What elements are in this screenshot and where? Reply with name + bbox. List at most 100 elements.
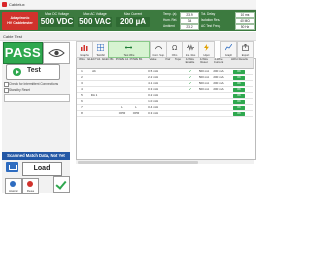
- table-cell: 500 mA: [198, 75, 210, 79]
- column-header[interactable]: Value: [143, 58, 164, 69]
- table-cell: 7: [81, 105, 83, 109]
- column-header[interactable]: POWE B1: [129, 58, 144, 69]
- toolbar-cont-sup[interactable]: Cont. Sup.: [150, 41, 167, 58]
- test-button-label: Test: [27, 67, 41, 74]
- table-cell: L: [121, 105, 123, 109]
- toolbar-export[interactable]: Export: [237, 41, 254, 58]
- toolbar-label: Ins. Res: [185, 53, 196, 57]
- pause-label: Pause: [26, 189, 35, 193]
- toolbar-graph[interactable]: Graph: [220, 41, 237, 58]
- approve-button[interactable]: [53, 176, 70, 193]
- lightning-icon: [203, 44, 209, 51]
- column-header[interactable]: 4-Wire Current: [211, 58, 227, 69]
- table-cell: 6: [81, 99, 83, 103]
- table-cell: 0.3 mΩ: [148, 111, 158, 115]
- hipot-result-badge: OK: [233, 87, 245, 92]
- toolbar-graphs[interactable]: Graphs: [76, 41, 93, 58]
- app-logo-icon: [2, 2, 7, 7]
- toolbar-label: Graphs: [80, 53, 89, 57]
- test-button[interactable]: Test: [6, 64, 60, 80]
- window-title: Cablelux: [9, 2, 25, 7]
- column-header[interactable]: 4-Wire Enable: [183, 58, 198, 69]
- table-cell: L: [135, 105, 137, 109]
- scrollbar-thumb[interactable]: [78, 160, 198, 164]
- toolbar-label: Graph: [224, 53, 233, 57]
- wire-icon: [125, 46, 132, 49]
- hipot-result-badge: OK: [233, 99, 245, 104]
- historic-button[interactable]: Historic: [5, 178, 22, 194]
- play-icon: [13, 68, 21, 76]
- eye-icon: [48, 49, 65, 57]
- column-header[interactable]: POWE A1: [115, 58, 130, 69]
- hipot-result-badge: OK: [233, 75, 245, 80]
- table-cell: DA 1: [90, 93, 98, 97]
- intermittent-checkbox[interactable]: Check for Intermittent Connections: [4, 82, 70, 87]
- table-cell: OPR: [132, 111, 140, 115]
- ohm-icon: Ω: [172, 44, 178, 51]
- brand-line-2: HV Cabletester: [7, 21, 33, 25]
- table-cell: 0.4 mΩ: [148, 105, 158, 109]
- pause-button[interactable]: Pause: [22, 178, 39, 194]
- max-dc-label: Max DC Voltage: [45, 12, 69, 16]
- column-header[interactable]: ELEC B1: [101, 58, 116, 69]
- toolbar-label: Cont. Sup.: [152, 53, 165, 57]
- toolbar-ins-res[interactable]: Ins. Res: [182, 41, 199, 58]
- max-current-label: Max Current: [123, 12, 143, 16]
- hipot-result-badge: OK: [233, 81, 245, 86]
- dc-voltage-value: 500 VDC: [40, 17, 74, 27]
- history-icon: [10, 181, 16, 187]
- table-cell: 5: [81, 93, 83, 97]
- brand-line-1: Adaptronic: [10, 16, 30, 20]
- table-row[interactable]: 8 OPR OPR 0.3 mΩ OK: [77, 111, 253, 117]
- table-cell: ✓: [188, 69, 192, 73]
- view-button[interactable]: [43, 42, 70, 64]
- historic-label: Historic: [9, 189, 18, 193]
- table-cell: 4: [81, 87, 83, 91]
- column-header[interactable]: ELEC? A1: [87, 58, 102, 69]
- table-cell: 500 mA: [198, 81, 210, 85]
- toolbar-test-all[interactable]: Test/All: [92, 41, 109, 58]
- standby-label: Standby Reset: [9, 88, 30, 92]
- continuity-icon: [154, 46, 162, 50]
- table-cell: 2.2 mΩ: [148, 75, 158, 79]
- column-header[interactable]: HiPot Results: [226, 58, 254, 69]
- toolbar-hipot[interactable]: Hipot: [198, 41, 215, 58]
- title-bar: [0, 0, 256, 10]
- standby-checkbox[interactable]: Standby Reset: [4, 88, 70, 93]
- stat-right-value-3: 50 Hz: [235, 24, 255, 30]
- resistor-icon: [186, 44, 194, 51]
- toolbar-test-wire[interactable]: Test Wire: [108, 41, 150, 58]
- table-cell: 500 mA: [198, 69, 210, 73]
- hipot-result-badge: OK: [233, 105, 245, 110]
- table-cell: 200 mA: [213, 75, 224, 79]
- serial-input[interactable]: [4, 94, 70, 102]
- toolbar-ohm[interactable]: Ω Ohm: [166, 41, 183, 58]
- hipot-result-badge: OK: [233, 93, 245, 98]
- hipot-result-badge: OK: [233, 69, 245, 74]
- table-cell: ✓: [188, 81, 192, 85]
- load-folder-icon[interactable]: [6, 162, 18, 172]
- toolbar-label: Test Wire: [123, 53, 135, 57]
- table-cell: ✓: [188, 87, 192, 91]
- graph-icon: [224, 44, 232, 51]
- load-button[interactable]: Load: [22, 162, 62, 176]
- pass-indicator: PASS: [3, 42, 43, 64]
- stat-right-label-1: Tot. Delay: [201, 12, 216, 16]
- table-cell: 3: [81, 81, 83, 85]
- export-icon: [241, 44, 249, 51]
- section-bar: [0, 32, 256, 41]
- table-cell: 200 mA: [213, 87, 224, 91]
- stat-right-label-3: AC Test Freq.: [201, 24, 221, 28]
- serial-banner: Scanned Match Data, Not Yet: [2, 152, 70, 160]
- table-cell: Ab: [92, 69, 96, 73]
- table-cell: OPR: [118, 111, 126, 115]
- column-header[interactable]: 4-Wire Reset: [197, 58, 212, 69]
- intermittent-label: Check for Intermittent Connections: [9, 82, 59, 86]
- table-cell: 0.3 mΩ: [148, 87, 158, 91]
- stop-icon: [27, 181, 33, 187]
- ac-voltage-value: 500 VAC: [78, 17, 112, 27]
- table-cell: 4.1 mΩ: [148, 81, 158, 85]
- section-title: Cable Test: [3, 33, 22, 39]
- table-cell: ✓: [188, 75, 192, 79]
- current-value: 200 µA: [116, 17, 150, 27]
